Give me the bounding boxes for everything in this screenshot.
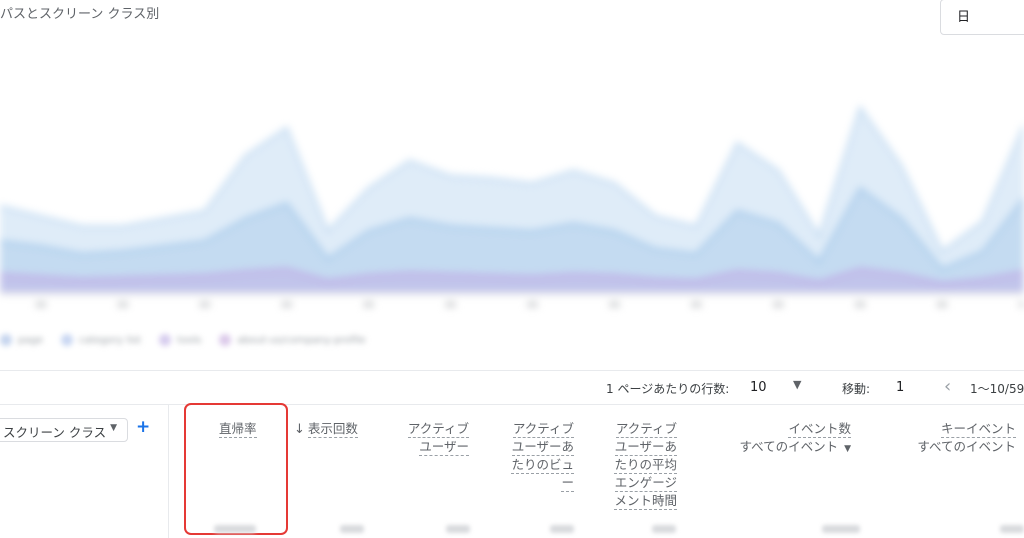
dimension-label: スクリーン クラス (3, 425, 107, 440)
legend-swatch (0, 334, 12, 346)
caret-down-icon[interactable]: ▼ (793, 378, 801, 391)
sort-down-icon[interactable]: ↓ (294, 422, 305, 437)
legend-item-company-profile[interactable]: about-us/company-profile (219, 334, 366, 346)
header-label: エンゲージ (614, 475, 677, 492)
legend-item-category[interactable]: category list (60, 334, 142, 346)
event-filter-label: すべてのイベント (739, 439, 839, 454)
column-header-active-users[interactable]: アクティブ ユーザー (407, 420, 469, 456)
chart-legend: page category list tools about-us/compan… (0, 330, 430, 350)
legend-swatch (219, 334, 232, 346)
goto-page-input[interactable]: 1 (896, 380, 904, 395)
header-label: 表示回数 (307, 421, 358, 438)
x-tick-mark (527, 302, 538, 307)
legend-label: category list (78, 334, 142, 346)
x-tick-mark (691, 302, 702, 307)
legend-item-page[interactable]: page (0, 334, 43, 346)
x-tick-mark (199, 302, 210, 307)
add-dimension-icon[interactable]: + (136, 417, 150, 437)
key-event-filter-label: すべてのイベント (917, 439, 1016, 454)
header-label: ー (561, 475, 574, 492)
x-tick-mark (117, 302, 128, 307)
x-tick-mark (609, 302, 620, 307)
x-tick-mark (281, 302, 292, 307)
caret-down-icon: ▼ (110, 423, 117, 433)
header-label: ユーザーあ (614, 439, 677, 456)
column-header-key-events[interactable]: キーイベント すべてのイベント (917, 420, 1016, 456)
legend-label: tools (177, 334, 202, 346)
chevron-left-icon[interactable]: ‹ (944, 376, 951, 397)
column-header-avg-engagement[interactable]: アクティブ ユーザーあ たりの平均 エンゲージ メント時間 (614, 420, 677, 510)
header-label: アクティブ (615, 421, 677, 438)
x-tick-mark (35, 302, 46, 307)
column-header-views[interactable]: ↓ 表示回数 (294, 420, 358, 439)
header-label: アクティブ (512, 421, 574, 438)
header-label: メント時間 (614, 493, 677, 510)
x-tick-mark (363, 302, 374, 307)
event-filter-select[interactable]: すべてのイベント ▼ (739, 439, 851, 454)
legend-item-tools[interactable]: tools (159, 334, 201, 346)
blurred-row-value (446, 525, 470, 533)
blurred-row-value (822, 525, 860, 533)
x-tick-mark (1019, 302, 1024, 307)
blurred-row-value (1000, 525, 1024, 533)
header-label: イベント数 (788, 421, 851, 438)
x-tick-mark (855, 302, 866, 307)
highlight-annotation (184, 403, 288, 535)
header-label: たりのビュ (511, 457, 574, 474)
legend-label: about-us/company-profile (237, 334, 366, 346)
page-range: 1〜10/59 (970, 382, 1024, 396)
column-divider (168, 404, 169, 538)
x-tick-mark (773, 302, 784, 307)
legend-swatch (159, 334, 172, 346)
dimension-select[interactable]: スクリーン クラス ▼ (0, 418, 128, 442)
divider (0, 404, 1024, 405)
rows-per-page-select[interactable]: 10 (750, 380, 767, 395)
blurred-row-value (340, 525, 364, 533)
header-label: たりの平均 (614, 457, 677, 474)
legend-swatch (60, 334, 73, 346)
x-tick-mark (937, 302, 948, 307)
blurred-row-value (214, 525, 256, 533)
column-header-views-per-user[interactable]: アクティブ ユーザーあ たりのビュ ー (511, 420, 574, 492)
caret-down-icon: ▼ (844, 444, 851, 454)
line-chart (0, 104, 1024, 307)
rows-per-page-label: 1 ページあたりの行数: (606, 382, 730, 396)
header-label: アクティブ (407, 421, 469, 438)
divider (0, 370, 1024, 371)
x-tick-mark (445, 302, 456, 307)
pagination-bar: 1 ページあたりの行数: 10 ▼ 移動: 1 ‹ 1〜10/59 (0, 376, 1024, 400)
blurred-row-value (652, 525, 676, 533)
header-label: キーイベント (940, 421, 1016, 438)
blurred-row-value (550, 525, 574, 533)
column-header-event-count[interactable]: イベント数 すべてのイベント ▼ (739, 420, 851, 459)
header-label: ユーザー (419, 439, 469, 456)
legend-label: page (18, 334, 43, 346)
goto-label: 移動: (842, 382, 871, 396)
header-label: ユーザーあ (511, 439, 574, 456)
